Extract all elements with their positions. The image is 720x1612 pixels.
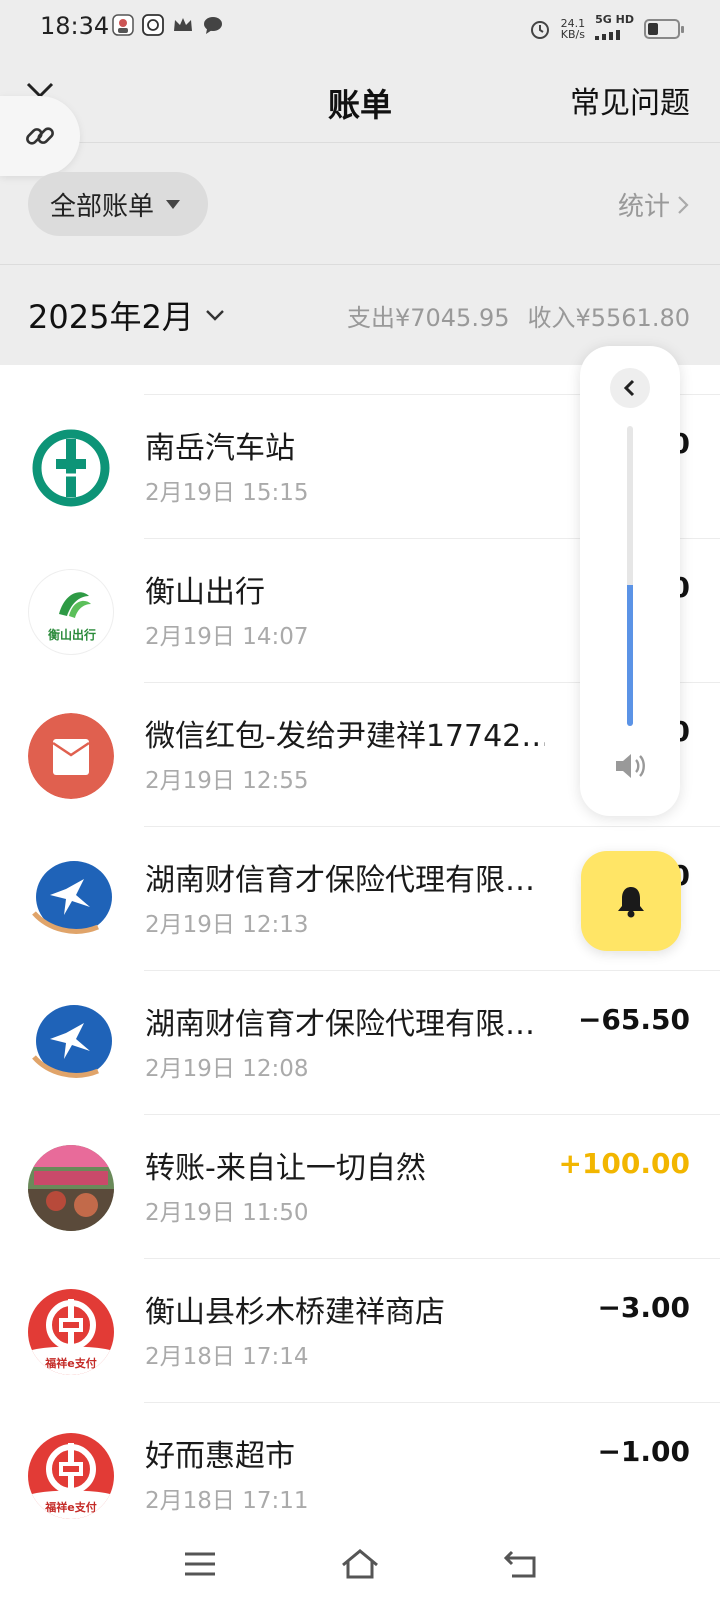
home-icon — [342, 1549, 378, 1579]
status-notification-icons — [112, 14, 224, 36]
transaction-name: 南岳汽车站 — [145, 431, 295, 466]
filter-divider — [0, 264, 720, 265]
net-speed-unit: KB/s — [560, 28, 585, 41]
transaction-time: 2月19日 14:07 — [145, 624, 309, 650]
hengshan-logo-text: 衡山出行 — [47, 628, 96, 642]
transaction-time: 2月19日 11:50 — [145, 1200, 309, 1226]
network-indicator: 5G HD — [595, 14, 634, 44]
link-icon — [26, 127, 54, 145]
caret-down-icon — [166, 199, 181, 209]
month-label: 2025年2月 — [28, 298, 194, 336]
signal-icon — [595, 30, 621, 40]
alarm-icon — [530, 21, 549, 39]
volume-level-fill — [627, 585, 633, 726]
transaction-time: 2月18日 17:11 — [145, 1488, 309, 1514]
link-button[interactable] — [0, 96, 80, 176]
chat-bubble-icon — [204, 17, 222, 34]
bank-pay-logo-icon: 福祥e支付 — [28, 1433, 114, 1519]
transaction-time: 2月18日 17:14 — [145, 1344, 309, 1370]
transaction-row[interactable]: 湖南财信育才保险代理有限… 2月19日 12:08 −65.50 — [0, 971, 720, 1115]
system-nav-bar — [0, 1528, 720, 1612]
all-bills-label: 全部账单 — [50, 191, 155, 222]
photo-avatar-icon — [28, 1145, 114, 1231]
transaction-name: 微信红包-发给尹建祥17742… — [145, 719, 545, 754]
bell-icon — [618, 887, 644, 918]
hengshan-logo-icon: 衡山出行 — [28, 569, 114, 655]
chevron-right-icon — [678, 195, 689, 214]
faq-link[interactable]: 常见问题 — [570, 78, 690, 122]
transaction-name: 转账-来自让一切自然 — [145, 1151, 426, 1186]
nav-menu-button[interactable] — [170, 1542, 230, 1586]
month-selector[interactable]: 2025年2月 — [28, 292, 226, 338]
stats-label: 统计 — [617, 192, 670, 222]
transaction-amount: +100.00 — [558, 1147, 690, 1180]
back-icon — [503, 1550, 536, 1578]
insurance-logo-icon — [28, 857, 114, 943]
transaction-name: 湖南财信育才保险代理有限… — [145, 1007, 535, 1042]
transaction-row[interactable]: 转账-来自让一切自然 2月19日 11:50 +100.00 — [0, 1115, 720, 1259]
status-system-icons: 24.1 KB/s 5G HD — [529, 14, 684, 44]
menu-icon — [185, 1552, 215, 1576]
volume-slider[interactable] — [627, 426, 633, 726]
stats-link[interactable]: 统计 — [618, 186, 690, 223]
insurance-logo-icon — [28, 1001, 114, 1087]
transaction-name: 衡山县杉木桥建祥商店 — [145, 1295, 445, 1330]
transaction-time: 2月19日 12:55 — [145, 768, 309, 794]
transaction-amount: −1.00 — [597, 1435, 690, 1468]
transaction-time: 2月19日 12:13 — [145, 912, 309, 938]
status-time: 18:34 — [40, 12, 110, 40]
network-type: 5G HD — [595, 13, 634, 26]
avatar-icon — [112, 14, 134, 36]
expense-total: 支出¥7045.95 — [346, 304, 510, 332]
transaction-row[interactable]: 福祥e支付 衡山县杉木桥建祥商店 2月18日 17:14 −3.00 — [0, 1259, 720, 1403]
month-summary: 支出¥7045.95 收入¥5561.80 — [347, 298, 690, 333]
transaction-time: 2月19日 15:15 — [145, 480, 309, 506]
net-speed: 24.1 KB/s — [561, 18, 586, 40]
transaction-name: 湖南财信育才保险代理有限… — [145, 863, 535, 898]
bank-logo-icon — [28, 425, 114, 511]
speaker-icon[interactable] — [612, 751, 648, 781]
transaction-row[interactable]: 福祥e支付 好而惠超市 2月18日 17:11 −1.00 — [0, 1403, 720, 1547]
app-icon — [142, 14, 164, 36]
battery-icon — [644, 19, 684, 39]
chevron-left-icon — [623, 379, 635, 397]
volume-panel — [580, 346, 680, 816]
reminder-bell-button[interactable] — [581, 851, 681, 951]
nav-home-button[interactable] — [330, 1542, 390, 1586]
bank-pay-logo-icon: 福祥e支付 — [28, 1289, 114, 1375]
transaction-amount: −65.50 — [577, 1003, 690, 1036]
chevron-down-icon — [205, 310, 224, 321]
crown-icon — [174, 18, 192, 31]
red-packet-icon — [28, 713, 114, 799]
volume-collapse-button[interactable] — [610, 368, 650, 408]
header-divider — [0, 142, 720, 143]
bank-pay-logo-text: 福祥e支付 — [45, 1501, 97, 1514]
status-bar: 18:34 24.1 KB/s 5G HD — [0, 0, 720, 56]
nav-back-button[interactable] — [490, 1542, 550, 1586]
transaction-name: 好而惠超市 — [145, 1439, 295, 1474]
transaction-time: 2月19日 12:08 — [145, 1056, 309, 1082]
income-total: 收入¥5561.80 — [527, 304, 690, 332]
transaction-amount: −3.00 — [597, 1291, 690, 1324]
bank-pay-logo-text: 福祥e支付 — [45, 1357, 97, 1370]
transaction-name: 衡山出行 — [145, 575, 265, 610]
all-bills-filter[interactable]: 全部账单 — [28, 172, 209, 236]
header: 账单 常见问题 — [0, 66, 720, 138]
